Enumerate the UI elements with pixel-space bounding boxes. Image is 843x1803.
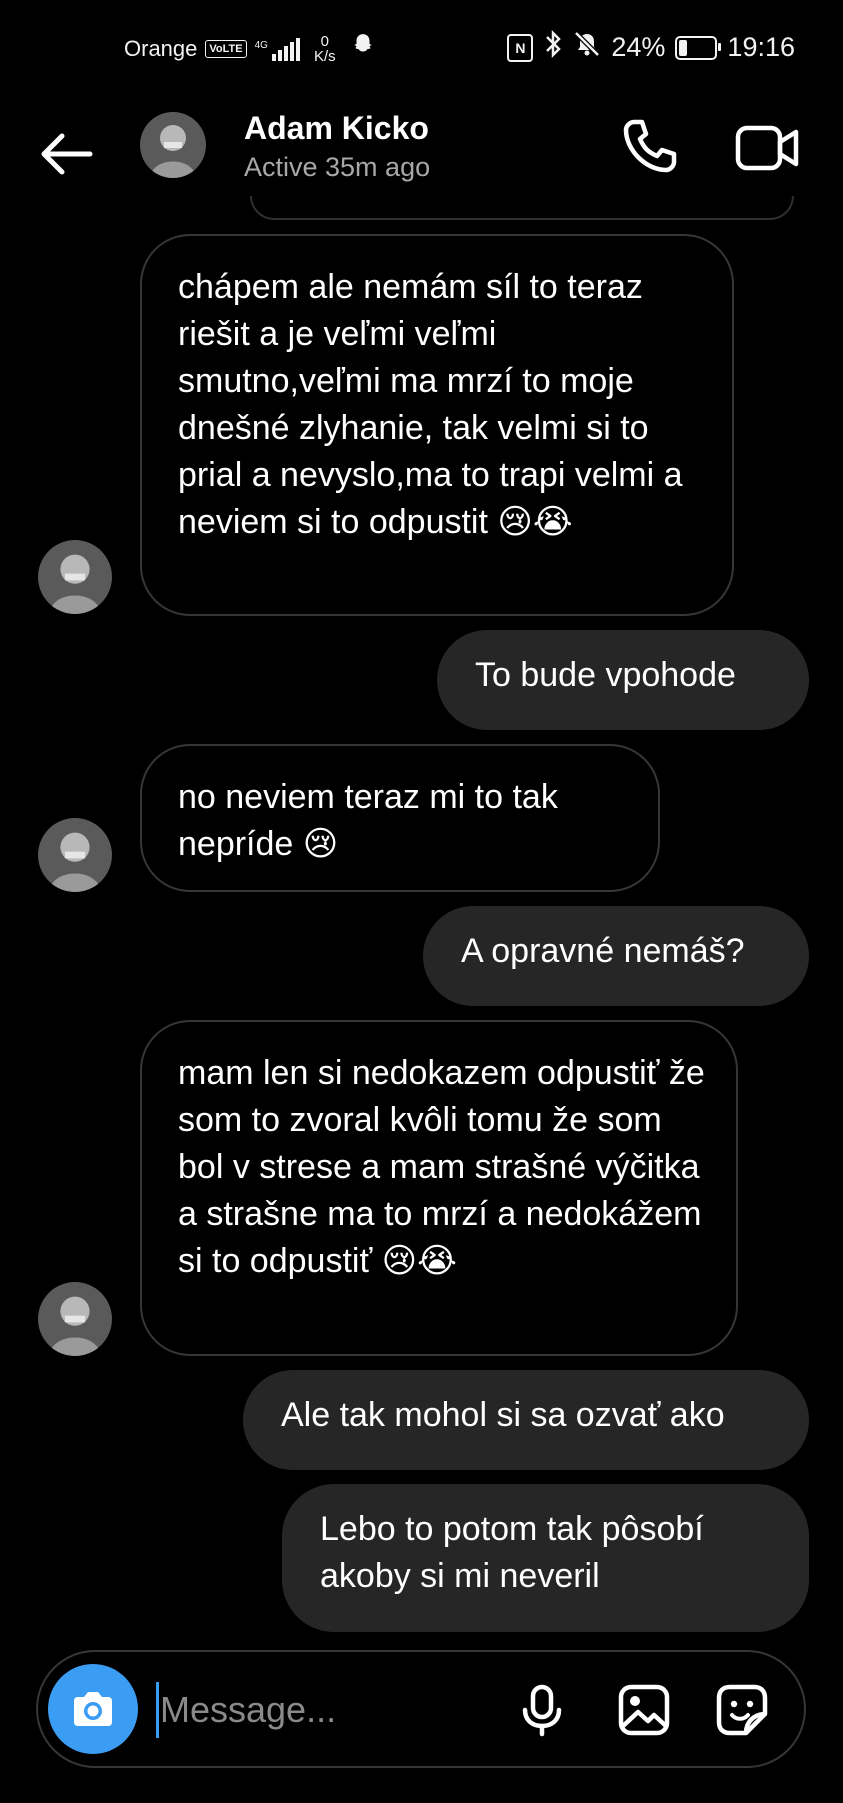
message-text: To bude vpohode [475,656,736,694]
status-bar-left: Orange VoLTE 4G 0 K/s [124,32,376,65]
video-camera-icon[interactable] [734,118,800,178]
speed-unit: K/s [313,47,336,65]
message-text: no neviem teraz mi to tak nepríde [178,778,558,863]
battery-fill [679,39,688,56]
message-text: chápem ale nemám síl to teraz riešit a j… [178,268,683,541]
contact-status: Active 35m ago [244,152,431,182]
avatar[interactable] [38,1282,112,1356]
emoji: 😢😭 [381,1241,457,1281]
message-bubble-incoming[interactable]: chápem ale nemám síl to teraz riešit a j… [140,234,734,616]
avatar[interactable] [38,818,112,892]
network-speed: 0 K/s [314,34,336,64]
status-bar-right: N 24% 19:16 [507,29,795,65]
message-text: A opravné nemáš? [461,932,745,970]
snapchat-ghost-icon [350,32,376,65]
avatar[interactable] [140,112,206,178]
message-bubble-outgoing[interactable]: To bude vpohode [437,630,809,730]
nfc-icon: N [507,33,534,62]
message-bubble-incoming[interactable]: no neviem teraz mi to tak nepríde 😢 [140,744,660,892]
message-bubble-outgoing[interactable]: A opravné nemáš? [423,906,809,1006]
message-text: Lebo to potom tak pôsobí akoby si mi nev… [320,1510,704,1595]
emoji: 😢 [302,824,339,864]
signal-icon: 4G [255,37,300,61]
contact-name[interactable]: Adam Kicko [244,110,429,147]
carrier-name: Orange [124,35,198,61]
message-composer [36,1650,806,1768]
back-arrow-icon[interactable] [36,128,96,180]
battery-percent: 24% [611,32,666,62]
gallery-icon[interactable] [616,1682,672,1738]
avatar[interactable] [38,540,112,614]
network-type: 4G [254,39,268,51]
mute-bell-icon [573,30,601,65]
message-bubble-incoming[interactable]: mam len si nedokazem odpustiť že som to … [140,1020,738,1356]
phone-icon[interactable] [620,116,680,176]
message-text: Ale tak mohol si sa ozvať ako [281,1396,725,1434]
battery-icon [675,35,722,60]
previous-message-edge [250,196,794,220]
volte-badge: VoLTE [205,39,247,58]
message-input[interactable] [158,1674,522,1746]
bluetooth-icon [543,29,563,65]
microphone-icon[interactable] [514,1682,570,1738]
emoji: 😢😭 [497,502,573,542]
message-bubble-outgoing[interactable]: Ale tak mohol si sa ozvať ako [243,1370,809,1470]
camera-icon[interactable] [48,1664,138,1754]
clock: 19:16 [727,32,795,62]
sticker-icon[interactable] [714,1682,770,1738]
speed-value: 0 [320,32,329,50]
message-bubble-outgoing[interactable]: Lebo to potom tak pôsobí akoby si mi nev… [282,1484,809,1632]
status-bar: Orange VoLTE 4G 0 K/s N 24% 19:16 [0,0,843,100]
